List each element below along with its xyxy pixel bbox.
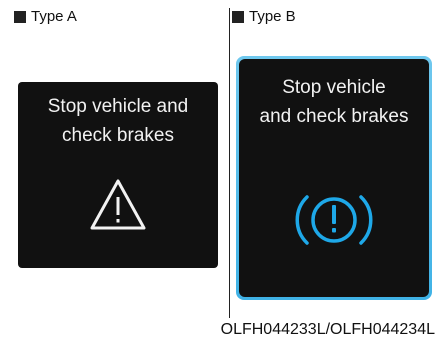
type-b-display: Stop vehicle and check brakes xyxy=(239,59,429,297)
type-b-message-line1: Stop vehicle xyxy=(282,77,386,98)
column-divider xyxy=(229,8,230,318)
bullet-square-icon xyxy=(232,10,244,23)
warning-triangle-icon xyxy=(90,179,146,230)
type-b-message: Stop vehicle and check brakes xyxy=(239,73,429,131)
type-a-message-line2: check brakes xyxy=(62,125,174,146)
type-b-label: Type B xyxy=(232,8,296,25)
figure-caption: OLFH044233L/OLFH044234L xyxy=(220,321,435,338)
type-a-message: Stop vehicle and check brakes xyxy=(18,92,218,150)
brake-warning-icon xyxy=(295,195,373,245)
type-a-message-line1: Stop vehicle and xyxy=(47,96,189,117)
type-a-label: Type A xyxy=(14,8,77,25)
type-a-label-text: Type A xyxy=(31,8,77,25)
type-a-display: Stop vehicle and check brakes xyxy=(18,82,218,268)
type-b-message-line2: and check brakes xyxy=(259,106,409,127)
type-b-label-text: Type B xyxy=(249,8,296,25)
bullet-square-icon xyxy=(14,10,26,23)
type-b-display-frame: Stop vehicle and check brakes xyxy=(236,56,432,300)
